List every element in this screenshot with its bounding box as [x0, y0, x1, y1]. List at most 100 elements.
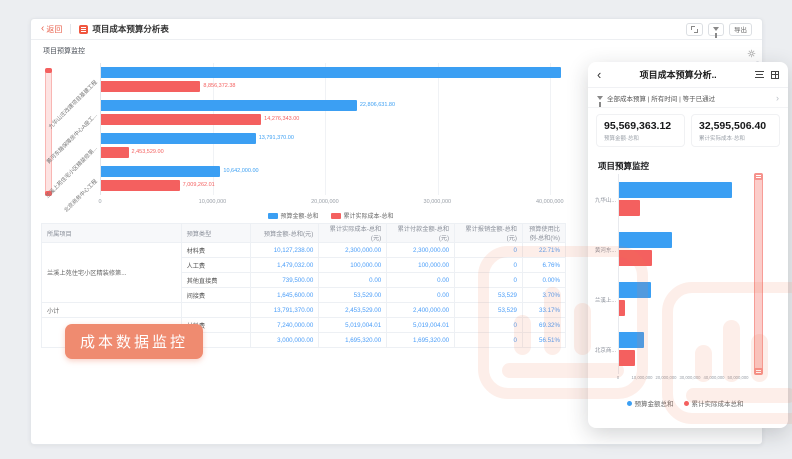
fullscreen-icon: [691, 26, 698, 33]
column-header: 所属项目: [42, 224, 182, 243]
legend-item[interactable]: 预算金额-总和: [268, 211, 319, 220]
report-icon: [79, 25, 88, 34]
filter-text: 全部成本预算 | 所有时间 | 等于已通过: [607, 93, 772, 103]
bar-group: [619, 174, 748, 224]
bar[interactable]: [619, 282, 651, 298]
datazoom-handle-bottom[interactable]: [754, 368, 763, 375]
x-tick-label: 20,000,000: [311, 199, 339, 205]
chevron-right-icon: ›: [776, 93, 779, 103]
value-cell: 0: [455, 333, 523, 348]
export-button[interactable]: 导出: [729, 23, 752, 36]
grid-icon[interactable]: [771, 71, 779, 79]
bar-value-label: 14,276,343.00: [264, 116, 299, 122]
bar[interactable]: [101, 114, 261, 125]
x-tick-label: 10,000,000: [632, 375, 653, 380]
panel-bar-chart: 九华山...黄河东...兰溪上...北京商... 010,000,00020,0…: [594, 174, 776, 380]
bar-group: 北京商务中心工程10,642,000.007,009,262.01: [101, 162, 561, 195]
value-cell: 5,019,004.01: [387, 318, 455, 333]
column-header: 预算类型: [181, 224, 251, 243]
chart-section-title: 项目预算监控: [43, 46, 85, 56]
back-button[interactable]: ‹ 返回: [41, 24, 62, 35]
bar[interactable]: [619, 332, 644, 348]
budget-type-cell: [181, 303, 251, 318]
value-cell: 0: [455, 258, 523, 273]
value-cell: 1,695,320.00: [387, 333, 455, 348]
bar[interactable]: [619, 350, 635, 366]
value-cell: 1,645,600.00: [251, 288, 319, 303]
back-label: 返回: [46, 24, 62, 35]
filter-bar[interactable]: 全部成本预算 | 所有时间 | 等于已通过 ›: [588, 88, 788, 108]
bar-group: 黄河东路保障房中心A座工...22,806,631.8014,276,343.0…: [101, 96, 561, 129]
bar-value-label: 10,642,000.00: [223, 168, 258, 174]
value-cell: 22.71%: [522, 243, 565, 258]
bar[interactable]: [619, 232, 672, 248]
chart-legend: 预算金额-总和 累计实际成本-总和: [100, 211, 561, 220]
legend-label: 累计实际成本-总和: [344, 211, 394, 220]
table-row: 小计13,791,370.002,453,529.002,400,000.005…: [42, 303, 566, 318]
bar-group: [619, 274, 748, 324]
x-tick-label: 0: [617, 375, 619, 380]
budget-type-cell: 间接费: [181, 288, 251, 303]
bar-group: [619, 224, 748, 274]
x-tick-label: 10,000,000: [199, 199, 227, 205]
x-tick-label: 20,000,000: [656, 375, 677, 380]
datazoom-handle-top[interactable]: [45, 68, 52, 73]
value-cell: 53,529.00: [319, 288, 387, 303]
bar[interactable]: [619, 300, 625, 316]
bar-group: [619, 324, 748, 374]
value-cell: 0.00: [387, 288, 455, 303]
bar[interactable]: [619, 250, 652, 266]
column-header: 预算使用比例-总和(%): [522, 224, 565, 243]
bar[interactable]: [101, 133, 256, 144]
funnel-icon: [597, 96, 603, 100]
mobile-panel: ‹ 项目成本预算分析.. 全部成本预算 | 所有时间 | 等于已通过 › 95,…: [588, 62, 788, 428]
x-tick-label: 0: [98, 199, 101, 205]
bar[interactable]: [619, 182, 732, 198]
value-cell: 2,300,000.00: [319, 243, 387, 258]
bar[interactable]: [101, 67, 561, 78]
value-cell: 5,019,004.01: [319, 318, 387, 333]
legend-dot: [627, 401, 632, 406]
bar-group: 九华山庄改建项目基建工程8,856,372.38: [101, 63, 561, 96]
bar[interactable]: [101, 81, 200, 92]
value-cell: 6.76%: [522, 258, 565, 273]
column-header: 累计付款金额-总和(元): [387, 224, 455, 243]
bar[interactable]: [101, 166, 220, 177]
value-cell: 0.00%: [522, 273, 565, 288]
bar-value-label: 13,791,370.00: [259, 135, 294, 141]
category-label: 九华山...: [594, 196, 616, 204]
legend-item[interactable]: 累计实际成本总和: [684, 398, 744, 408]
bar[interactable]: [101, 180, 180, 191]
panel-title: 项目成本预算分析..: [601, 68, 755, 81]
value-cell: 1,695,320.00: [319, 333, 387, 348]
panel-datazoom-slider[interactable]: [754, 174, 763, 374]
filter-icon: [713, 27, 719, 31]
gear-icon: [747, 49, 756, 58]
value-cell: 53,529: [455, 303, 523, 318]
category-label: 兰溪上...: [594, 296, 616, 304]
x-tick-label: 30,000,000: [424, 199, 452, 205]
panel-x-axis: 010,000,00020,000,00030,000,00040,000,00…: [618, 375, 750, 382]
chart-plot-area: 九华山庄改建项目基建工程8,856,372.38黄河东路保障房中心A座工...2…: [100, 63, 561, 195]
kpi-actual-cost-total: 32,595,506.40 累计实际成本·总和: [691, 114, 780, 147]
panel-legend: 预算金额总和 累计实际成本总和: [594, 398, 776, 408]
legend-item[interactable]: 预算金额总和: [627, 398, 674, 408]
bar[interactable]: [101, 100, 357, 111]
legend-item[interactable]: 累计实际成本-总和: [331, 211, 394, 220]
fullscreen-button[interactable]: [686, 23, 703, 36]
legend-dot: [684, 401, 689, 406]
divider: [70, 24, 71, 34]
bar[interactable]: [101, 147, 129, 158]
chevron-left-icon: ‹: [41, 25, 44, 33]
legend-swatch: [268, 213, 278, 219]
panel-section-title: 项目预算监控: [598, 160, 649, 172]
value-cell: 0.00: [387, 273, 455, 288]
filter-button[interactable]: [708, 23, 724, 36]
datazoom-handle-top[interactable]: [754, 173, 763, 180]
settings-button[interactable]: [747, 45, 756, 63]
legend-label: 累计实际成本总和: [692, 398, 744, 408]
value-cell: 69.32%: [522, 318, 565, 333]
list-icon[interactable]: [755, 71, 764, 78]
value-cell: 3,000,000.00: [251, 333, 319, 348]
bar[interactable]: [619, 200, 640, 216]
